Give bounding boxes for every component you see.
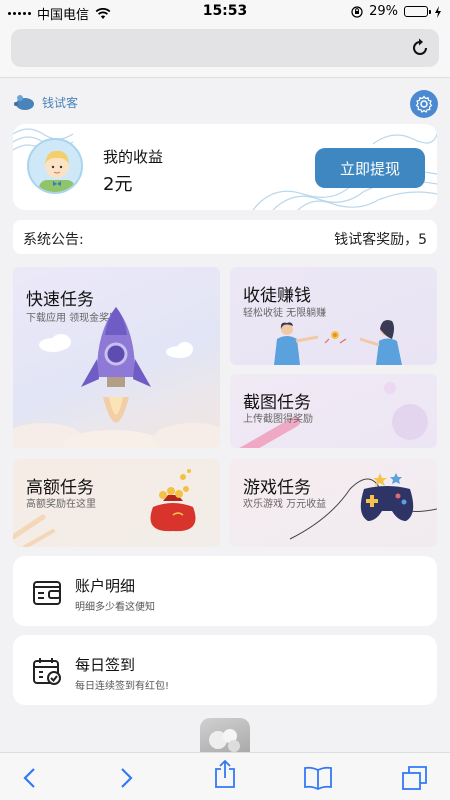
account-details-subtitle: 明细多少看这便知 [75,602,155,613]
earnings-value: 2元 [103,174,133,195]
recruit-task-tile[interactable]: 收徒赚钱 轻松收徒 无限躺赚 [230,267,437,365]
status-right: 29% [351,4,442,19]
tabs-button[interactable] [400,765,430,791]
chevron-left-icon [23,768,35,788]
logo-icon [14,95,34,110]
settings-button[interactable] [410,90,438,118]
tabs-icon [402,766,427,790]
daily-checkin-title: 每日签到 [75,656,136,674]
system-announcement[interactable]: 系统公告: 钱试客奖励，5 [13,220,437,254]
rocket-illustration [13,307,220,448]
browser-address-area [0,24,450,78]
share-icon [215,759,235,788]
reload-icon[interactable] [409,37,431,59]
back-button[interactable] [14,765,44,791]
logo-text: 钱试客 [42,95,79,110]
app-header: 钱试客 [12,86,438,120]
daily-checkin-item[interactable]: 每日签到 每日连续签到有红包! [13,635,437,705]
earnings-card: 我的收益 2元 立即提现 [13,124,437,210]
screenshot-task-tile[interactable]: 截图任务 上传截图得奖励 [230,374,437,448]
orientation-lock-icon [351,5,363,18]
avatar [27,138,83,194]
quick-task-tile[interactable]: 快速任务 下载应用 领现金奖励 [13,267,220,448]
battery-icon [404,6,431,17]
gear-icon [415,95,433,113]
account-details-item[interactable]: 账户明细 明细多少看这便知 [13,556,437,626]
forward-button[interactable] [112,765,142,791]
status-bar: 中国电信 15:53 29% [0,0,450,24]
wallet-icon [33,581,61,605]
share-button[interactable] [210,759,240,788]
announcement-label: 系统公告: [23,232,84,248]
high-reward-task-tile[interactable]: 高额任务 高额奖励在这里 [13,459,220,547]
app-logo: 钱试客 [12,92,78,112]
game-task-tile[interactable]: 游戏任务 欢乐游戏 万元收益 [230,459,437,547]
people-illustration [274,320,402,365]
withdraw-button[interactable]: 立即提现 [315,148,425,188]
book-icon [304,766,332,790]
account-details-title: 账户明细 [75,577,136,595]
calendar-check-icon [33,658,61,685]
charging-bolt-icon [435,5,441,18]
daily-checkin-subtitle: 每日连续签到有红包! [75,681,170,692]
announcement-text: 钱试客奖励，5 [334,232,427,248]
browser-toolbar [0,752,450,800]
screenshot-task-subtitle: 上传截图得奖励 [243,414,313,425]
chevron-right-icon [121,768,133,788]
bookmarks-button[interactable] [303,765,333,791]
high-reward-task-subtitle: 高额奖励在这里 [26,499,96,510]
battery-percent: 29% [369,4,398,19]
earnings-title: 我的收益 [103,148,164,166]
game-task-subtitle: 欢乐游戏 万元收益 [243,499,327,510]
address-bar[interactable] [11,29,439,67]
